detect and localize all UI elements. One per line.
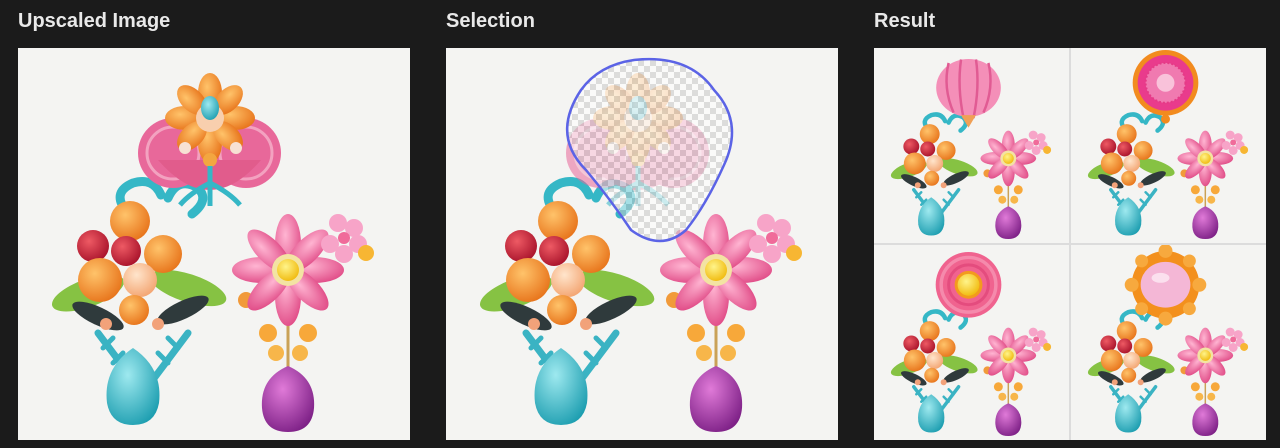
selection-mask	[567, 59, 732, 242]
result-variation-2[interactable]	[1071, 48, 1266, 243]
result-title: Result	[874, 10, 936, 32]
result-grid	[874, 48, 1266, 440]
result-variation-1[interactable]	[874, 48, 1069, 243]
upscaled-title: Upscaled Image	[18, 10, 171, 32]
selection-title: Selection	[446, 10, 535, 32]
selection-canvas[interactable]	[446, 48, 838, 440]
result-variation-3[interactable]	[874, 245, 1069, 440]
result-variation-4[interactable]	[1071, 245, 1266, 440]
upscaled-image[interactable]	[18, 48, 410, 440]
